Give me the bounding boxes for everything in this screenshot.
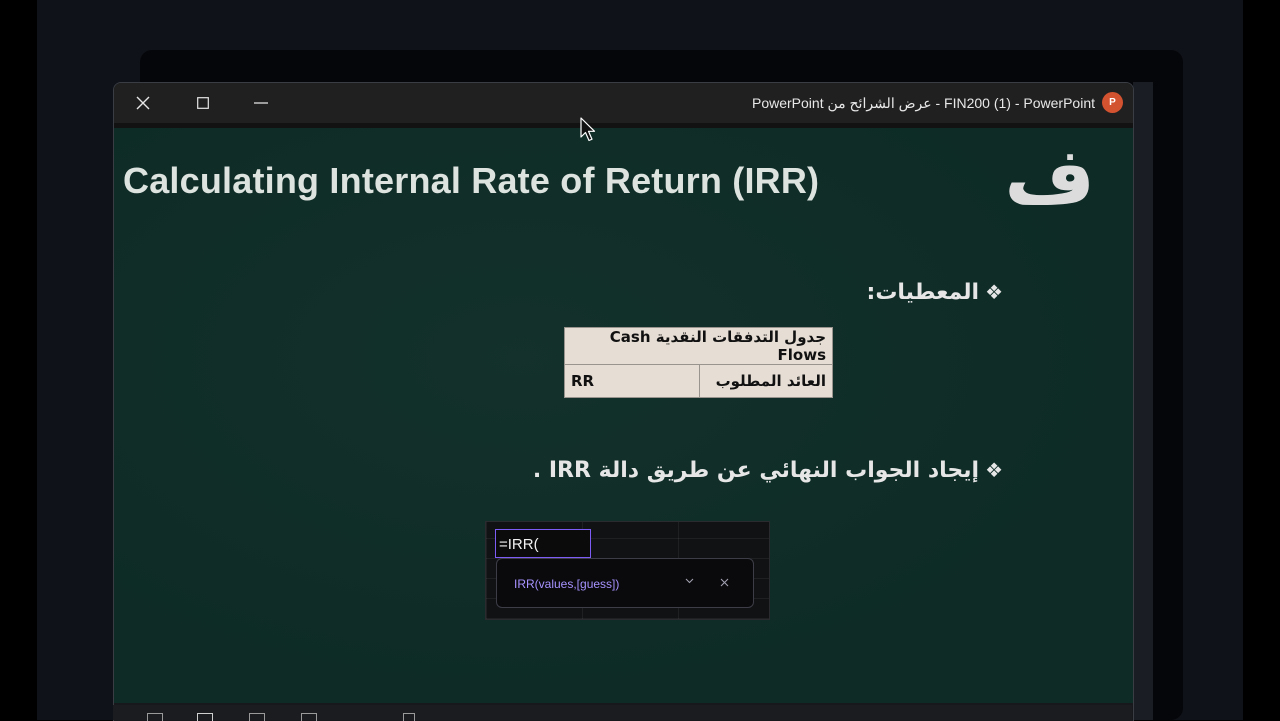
window-shadow	[1133, 82, 1153, 720]
bullet-final-answer: ❖إيجاد الجواب النهائي عن طريق دالة IRR .	[533, 458, 1003, 483]
minimize-icon	[254, 102, 268, 104]
function-syntax: IRR(values,[guess])	[514, 577, 620, 591]
slide-title: Calculating Internal Rate of Return (IRR…	[123, 160, 820, 201]
title-bar[interactable]: PowerPoint عرض الشرائح من - FIN200 (1) -…	[114, 83, 1133, 123]
close-icon	[720, 578, 729, 587]
bullet-diamond-icon: ❖	[985, 458, 1003, 482]
powerpoint-icon-letter: P	[1109, 97, 1116, 108]
window-title: PowerPoint عرض الشرائح من - FIN200 (1) -…	[751, 95, 1095, 111]
bullet-diamond-icon: ❖	[985, 280, 1003, 304]
excel-screenshot: =IRR( IRR(values,[guess])	[485, 521, 770, 620]
section-letter: ف	[1004, 132, 1095, 222]
maximize-button[interactable]	[174, 83, 232, 123]
table-row: RR العائد المطلوب	[564, 364, 833, 398]
bullet-givens-text: المعطيات:	[866, 280, 980, 305]
givens-table: جدول التدفقات النقدية Cash Flows RR العا…	[564, 327, 833, 398]
bullet-givens: ❖المعطيات:	[867, 280, 1003, 305]
powerpoint-icon: P	[1102, 92, 1123, 113]
function-tooltip: IRR(values,[guess])	[496, 558, 754, 608]
close-button[interactable]	[114, 83, 172, 123]
formula-cell: =IRR(	[495, 529, 591, 558]
table-row: جدول التدفقات النقدية Cash Flows	[564, 327, 833, 365]
rr-cell: RR	[564, 364, 700, 398]
slide-canvas[interactable]: Calculating Internal Rate of Return (IRR…	[114, 128, 1133, 703]
status-bar	[113, 705, 1132, 721]
mouse-cursor-icon	[580, 117, 596, 142]
bullet-final-answer-text: إيجاد الجواب النهائي عن طريق دالة IRR .	[532, 458, 980, 483]
close-icon	[136, 96, 150, 110]
cash-flows-cell: جدول التدفقات النقدية Cash Flows	[564, 327, 833, 365]
required-return-cell: العائد المطلوب	[698, 364, 833, 398]
minimize-button[interactable]	[232, 83, 290, 123]
maximize-icon	[197, 97, 209, 109]
powerpoint-slideshow-window: PowerPoint عرض الشرائح من - FIN200 (1) -…	[113, 82, 1134, 721]
chevron-down-icon	[685, 578, 694, 584]
